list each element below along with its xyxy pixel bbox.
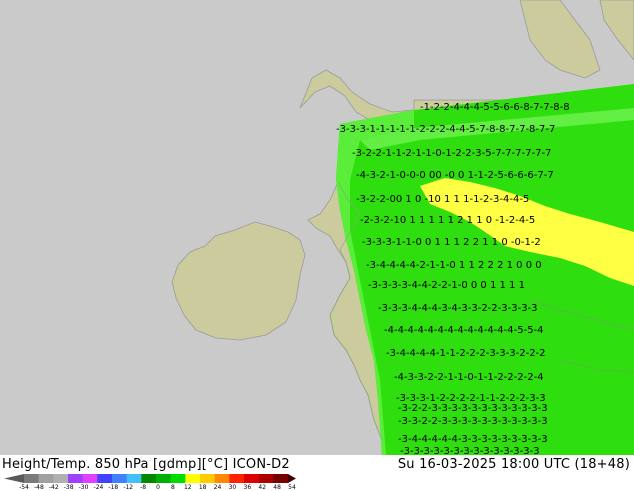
contour-row: -4-3-3-2-2-1-1-0-1-1-2-2-2-2-4: [394, 372, 544, 383]
scale-swatch: [273, 474, 289, 483]
contour-row: -3-3-3-3-3-3-3-3-3-3-3-3-3-3: [400, 446, 540, 455]
scale-swatch: [141, 474, 157, 483]
scale-swatch: [170, 474, 186, 483]
contour-row: -3-4-4-4-4-2-1-1-0 1 1 2 2 2 1 0 0 0: [366, 260, 542, 271]
contour-row: -3-4-4-4-4-4-3-3-3-3-3-3-3-3-3: [398, 434, 548, 445]
scale-swatch: [68, 474, 83, 483]
scale-swatch: [38, 474, 54, 483]
contour-row: -3-2-2-00 1 0 -10 1 1 1-1-2-3-4-4-5: [356, 194, 529, 205]
contour-row: -3-3-3-1-1-0 0 1 1 1 2 2 1 1 0 -0-1-2: [362, 237, 541, 248]
contour-row: -4-3-2-1-0-0-0 00 -0 0 1-1-2-5-6-6-6-7-7: [356, 170, 554, 181]
scale-swatch: [185, 474, 201, 483]
scale-right-arrow: [288, 474, 296, 483]
scale-left-arrow: [4, 474, 24, 483]
scale-swatch: [112, 474, 127, 483]
scale-swatch: [82, 474, 98, 483]
contour-row: -3-3-3-4-4-4-3-4-3-3-2-2-3-3-3-3: [378, 303, 538, 314]
color-scale-ticks: -54 -48 -42 -38 -30 -24 -18 -12 -8 0 8 12 18 24 30 36 42…: [19, 484, 304, 491]
scale-swatch: [214, 474, 230, 483]
scale-swatch: [156, 474, 171, 483]
contour-row: -3-4-4-4-4-1-1-2-2-2-3-3-3-2-2-2: [386, 348, 546, 359]
contour-row: -3-2-2-3-3-3-3-3-3-3-3-3-3-3-3: [398, 403, 548, 414]
scale-swatch: [24, 474, 39, 483]
scale-swatch: [200, 474, 215, 483]
scale-swatch: [229, 474, 245, 483]
contour-row: -2-3-2-10 1 1 1 1 1 2 1 1 0 -1-2-4-5: [360, 215, 535, 226]
scale-swatch: [53, 474, 69, 483]
contour-row: -1-2-2-4-4-4-5-5-6-6-8-7-7-8-8: [420, 102, 570, 113]
scale-swatch: [244, 474, 259, 483]
contour-row: -4-4-4-4-4-4-4-4-4-4-4-4-4-5-5-4: [384, 325, 544, 336]
scale-swatch: [126, 474, 142, 483]
scale-swatch: [97, 474, 113, 483]
map-canvas: -1-2-2-4-4-4-5-5-6-6-8-7-7-8-8 -3-3-3-1-1…: [0, 0, 634, 457]
contour-row: -3-3-3-1-1-1-1-1-2-2-2-4-4-5-7-8-8-7-7-8…: [336, 124, 555, 135]
contour-row: -3-3-3-3-4-4-2-2-1-0 0 0 1 1 1 1: [368, 280, 525, 291]
map-valid-time: Su 16-03-2025 18:00 UTC (18+48): [397, 457, 630, 472]
scale-swatch: [258, 474, 274, 483]
contour-row: -3-3-2-2-3-3-3-3-3-3-3-3-3-3-3: [398, 416, 548, 427]
weather-map: -1-2-2-4-4-4-5-5-6-6-8-7-7-8-8 -3-3-3-1-1…: [0, 0, 634, 457]
contour-row: -3-2-2-1-1-2-1-1-0-1-2-2-3-5-7-7-7-7-7-7: [352, 148, 551, 159]
map-title: Height/Temp. 850 hPa [gdmp][°C] ICON-D2: [2, 457, 290, 472]
color-scale: [4, 474, 296, 483]
